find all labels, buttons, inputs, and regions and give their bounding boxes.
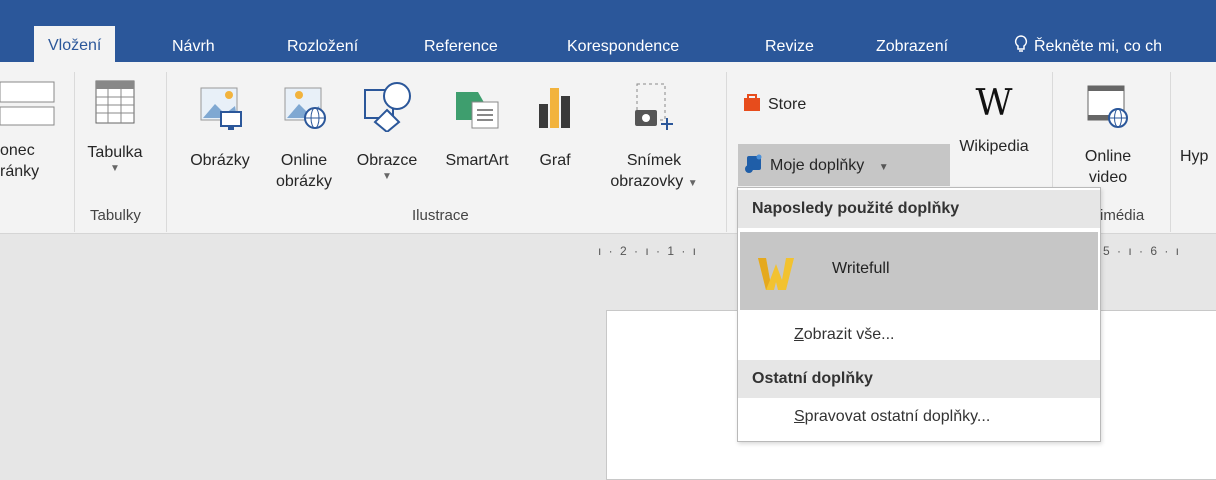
lightbulb-icon xyxy=(1014,35,1028,52)
tab-revize[interactable]: Revize xyxy=(765,32,814,62)
ruler-right-ticks: 5 · ı · 6 · ı xyxy=(1103,244,1182,258)
my-addins-button[interactable]: Moje doplňky ▼ xyxy=(738,144,950,186)
store-icon xyxy=(744,94,760,111)
shapes-icon xyxy=(364,82,411,132)
online-pictures-label-1: Online xyxy=(280,152,328,169)
page-break-button[interactable]: onec ránky xyxy=(0,80,68,182)
screenshot-label-2: obrazovky ▼ xyxy=(610,173,698,190)
writefull-label: Writefull xyxy=(832,260,890,277)
hyperlink-label: Hyp xyxy=(1180,148,1209,165)
group-label-illustrations: Ilustrace xyxy=(412,207,469,224)
pictures-button[interactable]: Obrázky xyxy=(180,82,260,171)
table-icon xyxy=(95,80,135,124)
separator xyxy=(166,72,167,232)
tell-me-text: Řekněte mi, co ch xyxy=(1034,38,1163,55)
chart-label: Graf xyxy=(539,152,571,169)
chevron-down-icon: ▼ xyxy=(878,162,889,173)
tab-korespondence[interactable]: Korespondence xyxy=(567,32,679,62)
pictures-label: Obrázky xyxy=(190,152,250,169)
smartart-icon xyxy=(456,92,499,129)
tab-vlozeni[interactable]: Vložení xyxy=(34,26,116,62)
writefull-icon xyxy=(758,258,794,290)
tab-navrh[interactable]: Návrh xyxy=(172,32,215,62)
table-button[interactable]: Tabulka ▼ xyxy=(80,80,150,175)
wikipedia-icon: W xyxy=(975,83,1013,124)
store-button[interactable]: Store xyxy=(742,92,842,115)
online-pictures-button[interactable]: Online obrázky xyxy=(264,82,344,192)
online-video-button[interactable]: Online video xyxy=(1066,82,1150,188)
shapes-button[interactable]: Obrazce ▼ xyxy=(346,80,428,183)
page-break-icon xyxy=(0,81,55,126)
shapes-label: Obrazce xyxy=(356,152,418,169)
my-addins-label: Moje doplňky xyxy=(770,157,865,174)
wikipedia-button[interactable]: W Wikipedia xyxy=(946,82,1042,157)
screenshot-button[interactable]: Snímek obrazovky ▼ xyxy=(596,80,712,194)
tell-me-box[interactable]: Řekněte mi, co ch xyxy=(1014,32,1162,62)
other-addins-header: Ostatní doplňky xyxy=(738,360,1100,398)
recent-addins-header: Naposledy použité doplňky xyxy=(738,190,1100,228)
hyperlink-button[interactable]: Hyp xyxy=(1180,146,1216,167)
smartart-label: SmartArt xyxy=(445,152,509,169)
online-pictures-label-2: obrázky xyxy=(275,173,333,190)
page-break-label-2: ránky xyxy=(0,163,40,180)
picture-icon xyxy=(200,87,242,130)
my-addins-dropdown: Naposledy použité doplňky Writefull Zobr… xyxy=(737,187,1101,442)
table-label: Tabulka xyxy=(87,144,143,161)
wikipedia-label: Wikipedia xyxy=(959,138,1029,155)
chevron-down-icon: ▼ xyxy=(110,163,120,174)
menu-item-writefull[interactable]: Writefull xyxy=(740,232,1098,310)
screenshot-label-1: Snímek xyxy=(626,152,682,169)
online-video-label-1: Online xyxy=(1084,148,1132,165)
separator xyxy=(726,72,727,232)
ruler-left-ticks: ı · 2 · ı · 1 · ı xyxy=(598,244,699,258)
chevron-down-icon: ▼ xyxy=(382,171,392,182)
tab-reference[interactable]: Reference xyxy=(424,32,498,62)
tab-rozlozeni[interactable]: Rozložení xyxy=(287,32,358,62)
group-label-tables: Tabulky xyxy=(90,207,141,224)
screenshot-icon xyxy=(635,83,673,130)
show-all-link[interactable]: Zobrazit vše... xyxy=(794,326,894,344)
chart-button[interactable]: Graf xyxy=(530,82,580,171)
addins-icon xyxy=(745,154,762,173)
separator xyxy=(1170,72,1171,232)
manage-other-addins-link[interactable]: Spravovat ostatní doplňky... xyxy=(794,408,990,426)
separator xyxy=(74,72,75,232)
bar-chart-icon xyxy=(539,88,570,128)
ribbon-tab-bar: Vložení Návrh Rozložení Reference Koresp… xyxy=(0,0,1216,62)
store-label: Store xyxy=(768,96,807,113)
online-picture-icon xyxy=(284,87,326,129)
page-break-label-1: onec xyxy=(0,142,35,159)
online-video-label-2: video xyxy=(1088,169,1128,186)
group-label-media: imédia xyxy=(1100,207,1145,224)
tab-zobrazeni[interactable]: Zobrazení xyxy=(876,32,948,62)
smartart-button[interactable]: SmartArt xyxy=(432,82,522,171)
chevron-down-icon: ▼ xyxy=(687,178,698,189)
online-video-icon xyxy=(1087,85,1128,128)
